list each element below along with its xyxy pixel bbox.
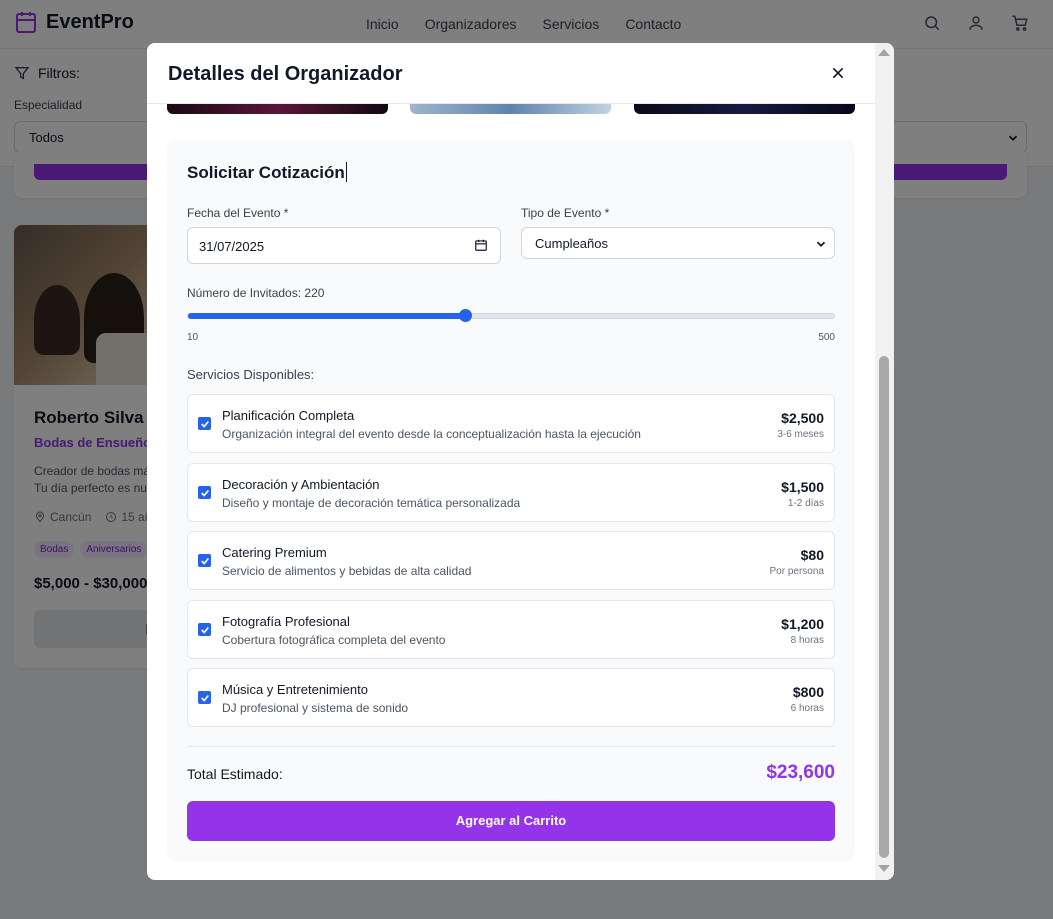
scroll-down-arrow[interactable] bbox=[878, 865, 890, 872]
event-date-input[interactable]: 31/07/2025 bbox=[187, 227, 501, 264]
service-name: Decoración y Ambientación bbox=[222, 477, 380, 492]
calendar-icon[interactable] bbox=[474, 238, 488, 252]
service-description: Diseño y montaje de decoración temática … bbox=[222, 496, 521, 510]
service-price: $800 bbox=[792, 684, 824, 700]
service-duration: 1-2 días bbox=[787, 498, 824, 509]
service-name: Fotografía Profesional bbox=[222, 614, 350, 629]
service-item[interactable]: Música y Entretenimiento DJ profesional … bbox=[187, 668, 835, 727]
check-icon bbox=[200, 694, 209, 702]
service-item[interactable]: Catering Premium Servicio de alimentos y… bbox=[187, 531, 835, 590]
slider-fill bbox=[188, 313, 465, 319]
scroll-up-arrow[interactable] bbox=[878, 49, 890, 56]
event-type-select[interactable]: Cumpleaños bbox=[521, 227, 835, 259]
close-button[interactable] bbox=[828, 63, 848, 83]
close-icon bbox=[832, 67, 844, 79]
quote-form: Solicitar Cotización Fecha del Evento * … bbox=[167, 140, 855, 861]
service-item[interactable]: Decoración y Ambientación Diseño y monta… bbox=[187, 463, 835, 522]
quote-title: Solicitar Cotización bbox=[187, 162, 347, 182]
check-icon bbox=[200, 489, 209, 497]
service-checkbox[interactable] bbox=[198, 417, 211, 430]
service-checkbox[interactable] bbox=[198, 623, 211, 636]
services-label: Servicios Disponibles: bbox=[187, 367, 315, 382]
event-type-label: Tipo de Evento * bbox=[521, 206, 610, 220]
check-icon bbox=[200, 557, 209, 565]
service-description: DJ profesional y sistema de sonido bbox=[222, 701, 409, 715]
check-icon bbox=[200, 626, 209, 634]
service-name: Música y Entretenimiento bbox=[222, 682, 368, 697]
service-duration: 3-6 meses bbox=[777, 429, 824, 440]
service-price: $2,500 bbox=[781, 410, 824, 426]
divider bbox=[187, 746, 835, 747]
slider-thumb[interactable] bbox=[458, 309, 472, 322]
service-duration: 8 horas bbox=[790, 635, 824, 646]
service-checkbox[interactable] bbox=[198, 691, 211, 704]
modal-header: Detalles del Organizador bbox=[147, 43, 875, 104]
guests-label: Número de Invitados: 220 bbox=[187, 286, 325, 300]
slider-max-label: 500 bbox=[818, 332, 835, 343]
service-checkbox[interactable] bbox=[198, 486, 211, 499]
slider-min-label: 10 bbox=[187, 332, 199, 343]
service-duration: 6 horas bbox=[790, 703, 824, 714]
service-description: Organización integral del evento desde l… bbox=[222, 427, 641, 441]
modal-scrollbar[interactable] bbox=[875, 43, 894, 880]
service-item[interactable]: Fotografía Profesional Cobertura fotográ… bbox=[187, 600, 835, 659]
gallery bbox=[167, 104, 855, 114]
modal-title: Detalles del Organizador bbox=[168, 63, 403, 85]
service-checkbox[interactable] bbox=[198, 554, 211, 567]
service-price: $1,200 bbox=[781, 616, 824, 632]
event-type-value: Cumpleaños bbox=[535, 236, 608, 251]
check-icon bbox=[200, 420, 209, 428]
service-description: Cobertura fotográfica completa del event… bbox=[222, 633, 446, 647]
service-price: $80 bbox=[800, 547, 824, 563]
service-description: Servicio de alimentos y bebidas de alta … bbox=[222, 564, 472, 578]
gallery-image[interactable] bbox=[167, 104, 388, 114]
add-to-cart-button[interactable]: Agregar al Carrito bbox=[187, 801, 835, 841]
service-name: Planificación Completa bbox=[222, 408, 355, 423]
chevron-down-icon bbox=[816, 241, 826, 247]
scroll-thumb[interactable] bbox=[879, 356, 889, 858]
service-name: Catering Premium bbox=[222, 545, 327, 560]
service-item[interactable]: Planificación Completa Organización inte… bbox=[187, 394, 835, 453]
gallery-image[interactable] bbox=[634, 104, 855, 114]
event-date-label: Fecha del Evento * bbox=[187, 206, 289, 220]
event-date-value: 31/07/2025 bbox=[199, 239, 265, 254]
service-price: $1,500 bbox=[781, 479, 824, 495]
total-label: Total Estimado: bbox=[187, 766, 283, 782]
total-value: $23,600 bbox=[766, 762, 835, 783]
organizer-details-modal: Detalles del Organizador Solicitar Cotiz… bbox=[147, 43, 894, 880]
guests-slider[interactable] bbox=[187, 309, 835, 322]
service-duration: Por persona bbox=[769, 566, 824, 577]
gallery-image[interactable] bbox=[410, 104, 611, 114]
